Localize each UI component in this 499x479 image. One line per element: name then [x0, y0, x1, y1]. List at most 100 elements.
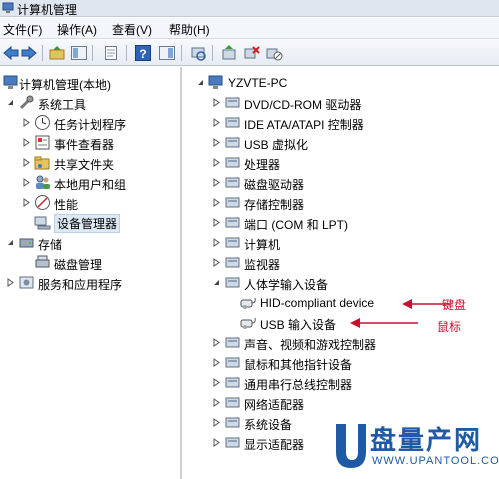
- toolbar-separator: [212, 45, 213, 61]
- device-icon: [225, 257, 240, 268]
- device-icon: [225, 417, 240, 428]
- expand-arrow-icon[interactable]: [212, 398, 221, 407]
- expand-arrow-icon[interactable]: [22, 118, 31, 127]
- expand-arrow-icon[interactable]: [212, 238, 221, 247]
- collapse-arrow-icon[interactable]: [212, 278, 221, 287]
- watermark-name: 盘量产网: [370, 425, 483, 455]
- device-manager-icon: [34, 216, 51, 230]
- event-viewer-icon: [35, 135, 50, 150]
- tree-label: USB 虚拟化: [244, 138, 309, 152]
- device-icon: [225, 197, 240, 208]
- device-icon: [240, 297, 256, 309]
- toolbar-separator: [92, 45, 93, 61]
- device-icon: [225, 217, 240, 228]
- storage-icon: [19, 238, 34, 248]
- expand-arrow-icon[interactable]: [6, 278, 15, 287]
- toolbar: ?: [0, 40, 499, 66]
- device-icon: [225, 157, 240, 168]
- collapse-arrow-icon[interactable]: [6, 238, 15, 247]
- expand-arrow-icon[interactable]: [22, 138, 31, 147]
- annotation-mouse: 鼠标: [437, 320, 462, 334]
- disk-management-icon: [35, 255, 50, 268]
- expand-arrow-icon[interactable]: [212, 138, 221, 147]
- shared-folder-icon: [34, 156, 50, 170]
- tree-label: 设备管理器: [54, 214, 121, 233]
- forward-arrow-icon[interactable]: [20, 44, 38, 62]
- annotation-keyboard: 键盘: [442, 298, 467, 312]
- tree-label: 声音、视频和游戏控制器: [244, 338, 377, 352]
- tree-label: HID-compliant device: [260, 296, 375, 310]
- collapse-arrow-icon[interactable]: [6, 98, 15, 107]
- device-icon: [225, 437, 240, 448]
- watermark-url: WWW.UPANTOOL.COM: [372, 455, 499, 467]
- toolbar-separator: [181, 45, 182, 61]
- expand-arrow-icon[interactable]: [22, 198, 31, 207]
- tree-label: 磁盘驱动器: [244, 178, 305, 192]
- expand-arrow-icon[interactable]: [212, 118, 221, 127]
- system-tools-icon: [19, 95, 34, 110]
- computer-management-icon: [3, 75, 18, 89]
- menu-view[interactable]: 查看(V): [112, 21, 152, 38]
- u-logo-icon: [336, 424, 366, 468]
- expand-arrow-icon[interactable]: [212, 198, 221, 207]
- computer-management-icon: [2, 2, 14, 13]
- device-icon: [225, 337, 240, 348]
- device-icon: [225, 377, 240, 388]
- scan-hardware-icon[interactable]: [189, 44, 207, 62]
- up-folder-icon[interactable]: [48, 44, 66, 62]
- toolbar-separator: [42, 45, 43, 61]
- help-icon[interactable]: ?: [134, 44, 152, 62]
- disable-icon[interactable]: [265, 44, 283, 62]
- toolbar-separator: [126, 45, 127, 61]
- expand-arrow-icon[interactable]: [212, 98, 221, 107]
- tree-label: 计算机: [244, 238, 281, 252]
- expand-arrow-icon[interactable]: [212, 358, 221, 367]
- expand-arrow-icon[interactable]: [212, 338, 221, 347]
- tree-label: 人体学输入设备: [244, 278, 329, 292]
- tree-label: 系统设备: [244, 418, 293, 432]
- tree-label: 存储: [38, 238, 63, 252]
- window-title: 计算机管理: [17, 3, 78, 17]
- show-hide-tree-icon[interactable]: [70, 44, 88, 62]
- properties-icon[interactable]: [102, 44, 120, 62]
- tree-label: 显示适配器: [244, 438, 305, 452]
- tree-label: 端口 (COM 和 LPT): [244, 218, 348, 232]
- tree-label: IDE ATA/ATAPI 控制器: [244, 118, 364, 132]
- expand-arrow-icon[interactable]: [212, 218, 221, 227]
- menu-help[interactable]: 帮助(H): [169, 21, 210, 38]
- tree-label: YZVTE-PC: [228, 76, 288, 90]
- device-tree-pane: YZVTE-PC DVD/CD-ROM 驱动器 IDE ATA/ATAPI 控制器 U…: [184, 67, 499, 479]
- tree-label: 存储控制器: [244, 198, 305, 212]
- device-icon: [225, 117, 240, 128]
- back-arrow-icon[interactable]: [2, 44, 20, 62]
- device-icon: [225, 357, 240, 368]
- performance-icon: [35, 195, 50, 210]
- users-icon: [36, 175, 50, 189]
- menu-action[interactable]: 操作(A): [57, 21, 97, 38]
- expand-arrow-icon[interactable]: [212, 378, 221, 387]
- annotation-arrow-mouse: [350, 318, 418, 328]
- tree-label: 通用串行总线控制器: [244, 378, 353, 392]
- title-bar: 计算机管理: [0, 0, 499, 17]
- tree-label: DVD/CD-ROM 驱动器: [244, 98, 362, 112]
- tree-label: 鼠标和其他指针设备: [244, 358, 353, 372]
- expand-arrow-icon[interactable]: [212, 258, 221, 267]
- expand-arrow-icon[interactable]: [22, 158, 31, 167]
- expand-arrow-icon[interactable]: [22, 178, 31, 187]
- tree-label: 处理器: [244, 158, 281, 172]
- uninstall-icon[interactable]: [243, 44, 261, 62]
- collapse-arrow-icon[interactable]: [196, 78, 205, 87]
- tree-label: 监视器: [244, 258, 281, 272]
- expand-arrow-icon[interactable]: [212, 418, 221, 427]
- device-icon: [225, 397, 240, 408]
- menu-file[interactable]: 文件(F): [3, 21, 42, 38]
- expand-arrow-icon[interactable]: [212, 438, 221, 447]
- show-hide-action-icon[interactable]: [158, 44, 176, 62]
- update-driver-icon[interactable]: [220, 44, 238, 62]
- navigation-tree-pane: 计算机管理(本地) 系统工具 任务计划程序 事件查看器 共享文件夹 本地用户和组…: [0, 67, 182, 479]
- tree-label: 本地用户和组: [54, 178, 127, 192]
- device-icon: [225, 237, 240, 248]
- device-icon: [240, 317, 256, 329]
- expand-arrow-icon[interactable]: [212, 158, 221, 167]
- expand-arrow-icon[interactable]: [212, 178, 221, 187]
